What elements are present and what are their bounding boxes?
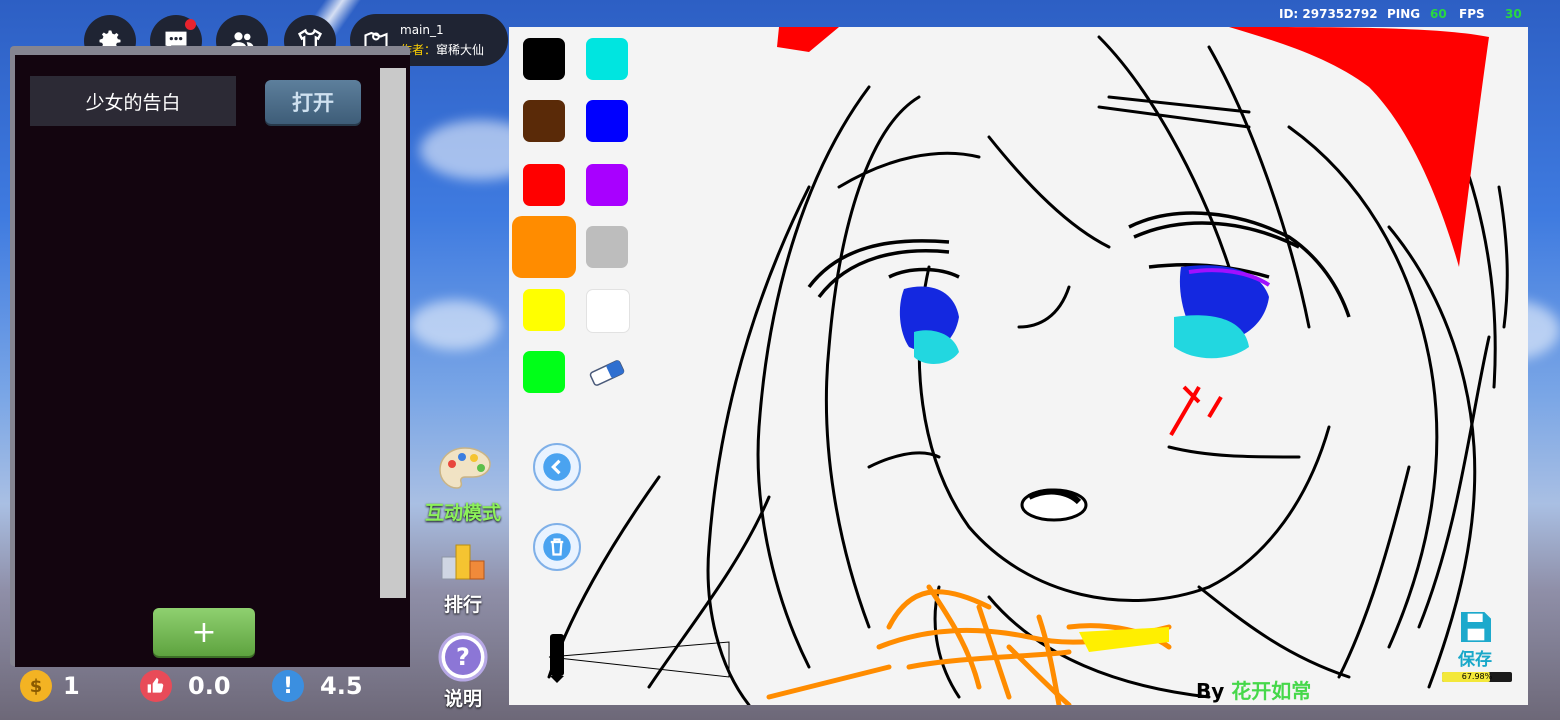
help-label[interactable]: 说明 <box>444 684 482 711</box>
add-button[interactable]: + <box>153 608 255 656</box>
list-scrollbar[interactable] <box>380 68 406 598</box>
color-swatch-black[interactable] <box>523 38 565 80</box>
drawing-list <box>15 55 410 667</box>
trash-icon <box>543 533 571 561</box>
coin-icon: $ <box>20 670 52 702</box>
coin-count: 1 <box>63 672 80 700</box>
color-swatch-brown[interactable] <box>523 100 565 142</box>
sketch-drawing <box>547 27 1509 705</box>
color-swatch-cyan[interactable] <box>586 38 628 80</box>
color-swatch-red[interactable] <box>523 164 565 206</box>
clear-button[interactable] <box>533 523 581 571</box>
alert-icon[interactable]: ! <box>272 670 304 702</box>
color-swatch-orange[interactable] <box>512 216 576 278</box>
help-icon[interactable]: ? <box>438 632 488 682</box>
color-swatch-purple[interactable] <box>586 164 628 206</box>
chevron-left-icon <box>543 453 571 481</box>
leaderboard-icon[interactable] <box>440 541 486 581</box>
ping-value: 60 <box>1430 7 1447 21</box>
drawing-canvas[interactable]: By 花开如常 保存 67.98% <box>509 27 1528 705</box>
player-id: ID: 297352792 <box>1279 7 1378 21</box>
fps-label: FPS <box>1459 7 1485 21</box>
color-swatch-white[interactable] <box>586 289 630 333</box>
save-progress-text: 67.98% <box>1461 672 1493 681</box>
save-label[interactable]: 保存 <box>1458 645 1492 670</box>
map-name: main_1 <box>400 23 444 37</box>
color-swatch-gray[interactable] <box>586 226 628 268</box>
author-signature: By 花开如常 <box>1196 679 1312 703</box>
drawing-title[interactable]: 少女的告白 <box>30 76 236 126</box>
color-swatch-green[interactable] <box>523 351 565 393</box>
open-button[interactable]: 打开 <box>265 80 361 124</box>
color-swatch-blue[interactable] <box>586 100 628 142</box>
palette-icon[interactable] <box>437 444 493 494</box>
cloud <box>410 300 500 350</box>
rating-value: 4.5 <box>320 672 363 700</box>
ping-label: PING <box>1387 7 1421 21</box>
rank-label[interactable]: 排行 <box>444 590 482 617</box>
save-icon[interactable] <box>1456 607 1496 647</box>
save-progress-bar: 67.98% <box>1442 672 1512 682</box>
thumbs-up-icon[interactable] <box>140 670 172 702</box>
color-swatch-yellow[interactable] <box>523 289 565 331</box>
svg-text:?: ? <box>456 643 470 671</box>
eraser-icon[interactable] <box>585 357 629 389</box>
fps-value: 30 <box>1505 7 1522 21</box>
map-author: 作者：窜稀大仙 <box>400 43 485 57</box>
like-count: 0.0 <box>188 672 231 700</box>
undo-button[interactable] <box>533 443 581 491</box>
notification-dot <box>185 19 196 30</box>
interact-mode-label[interactable]: 互动模式 <box>425 498 501 525</box>
